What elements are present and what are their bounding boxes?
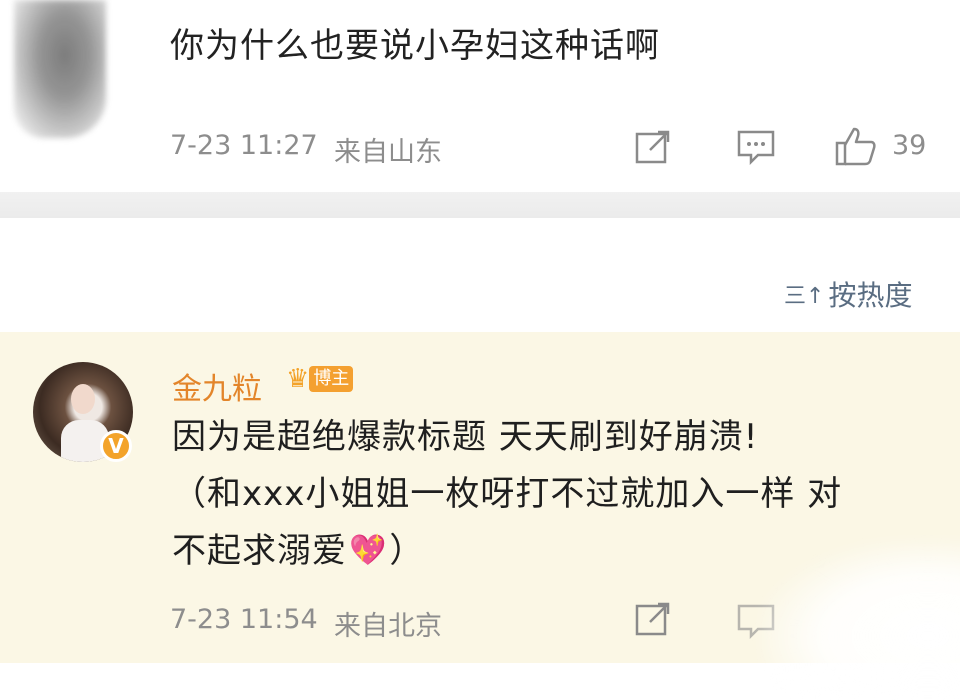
crown-icon: ♛ xyxy=(286,364,310,394)
heart-emoji-icon: 💖 xyxy=(349,533,388,568)
sort-row: 三↑ 按热度 xyxy=(0,218,960,332)
sort-label: 按热度 xyxy=(828,279,913,312)
comment-text: 你为什么也要说小孕妇这种话啊 xyxy=(170,26,660,66)
reply-line-3-text: 不起求溺爱 xyxy=(172,531,347,571)
reply-line-3-suffix: ） xyxy=(389,531,425,571)
reply-share-icon[interactable] xyxy=(634,600,672,638)
badge-label: 博主 xyxy=(309,366,354,392)
share-icon[interactable] xyxy=(634,128,672,166)
sort-icon: 三↑ xyxy=(784,284,825,309)
top-comment: 你为什么也要说小孕妇这种话啊 7-23 11:27 来自山东 39 xyxy=(0,0,960,192)
verified-badge-icon: V xyxy=(100,430,132,462)
comment-location: 来自山东 xyxy=(334,137,442,168)
reply-line-1: 因为是超绝爆款标题 天天刷到好崩溃! xyxy=(172,417,759,457)
reply-line-3: 不起求溺爱 💖 ） xyxy=(172,523,424,579)
comment-time: 7-23 11:27 xyxy=(170,130,318,161)
username[interactable]: 金九粒 xyxy=(172,364,262,408)
like-icon[interactable] xyxy=(834,124,878,168)
blogger-badge: ♛ 博主 xyxy=(286,364,354,394)
reply-line-2: （和xxx小姐姐一枚呀打不过就加入一样 对 xyxy=(172,474,843,514)
comment-icon[interactable] xyxy=(736,128,776,166)
section-divider xyxy=(0,192,960,218)
reply-time: 7-23 11:54 xyxy=(170,604,318,635)
blurred-avatar[interactable] xyxy=(14,0,106,138)
sort-button[interactable]: 三↑ 按热度 xyxy=(784,274,912,314)
blur-overlay xyxy=(760,540,960,700)
like-count: 39 xyxy=(892,130,927,161)
reply-location: 来自北京 xyxy=(334,611,442,642)
